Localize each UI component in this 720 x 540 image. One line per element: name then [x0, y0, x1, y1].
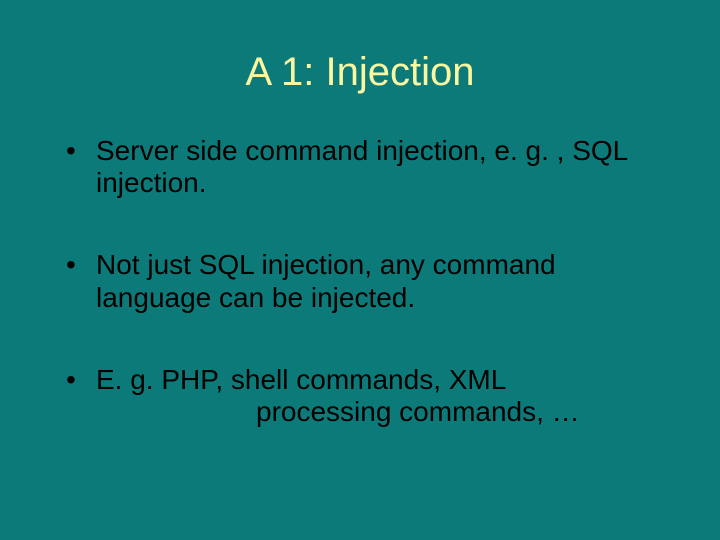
bullet-text: Not just SQL injection, any command lang… [96, 249, 556, 312]
bullet-list: Server side command injection, e. g. , S… [60, 135, 660, 428]
bullet-continuation: processing commands, … [96, 396, 660, 428]
list-item: E. g. PHP, shell commands, XML processin… [60, 364, 660, 428]
list-item: Server side command injection, e. g. , S… [60, 135, 660, 199]
list-item: Not just SQL injection, any command lang… [60, 249, 660, 313]
slide: A 1: Injection Server side command injec… [0, 0, 720, 540]
bullet-text: Server side command injection, e. g. , S… [96, 135, 627, 198]
bullet-text: E. g. PHP, shell commands, XML [96, 364, 506, 395]
slide-title: A 1: Injection [60, 50, 660, 95]
